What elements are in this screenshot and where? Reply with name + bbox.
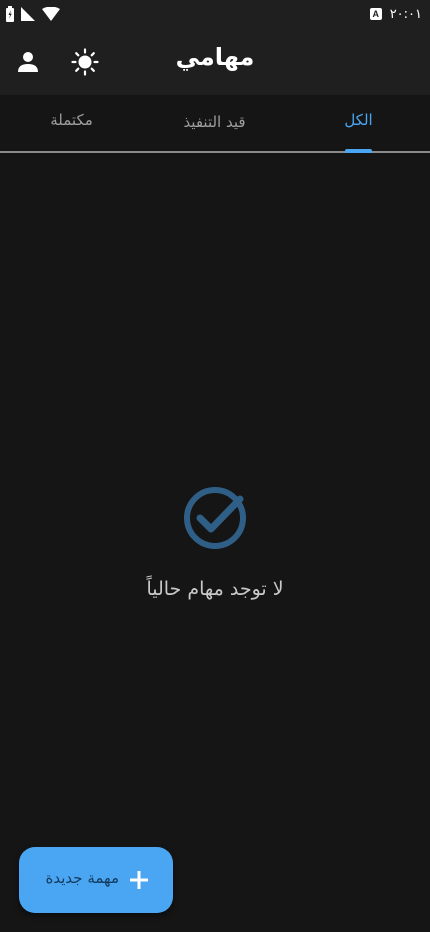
- tab-bar: الكل قيد التنفيذ مكتملة: [0, 95, 430, 153]
- tab-all-label: الكل: [344, 111, 373, 129]
- signal-icon: [21, 7, 35, 21]
- battery-charging-icon: [6, 6, 14, 22]
- check-circle-icon: [184, 487, 246, 549]
- app-bar: مهامي: [0, 28, 430, 95]
- page-title: مهامي: [175, 43, 255, 71]
- tab-completed[interactable]: مكتملة: [0, 95, 143, 151]
- tab-in-progress[interactable]: قيد التنفيذ: [143, 95, 286, 151]
- active-tab-indicator: [345, 149, 372, 153]
- tab-completed-label: مكتملة: [50, 111, 93, 129]
- status-icons-left: [6, 5, 60, 23]
- app-screen: A ٢٠:٠١ مهامي الكل قيد التنفيذ مكتملة لا…: [0, 0, 430, 932]
- tab-in-progress-label: قيد التنفيذ: [183, 113, 246, 131]
- plus-icon: [130, 871, 148, 889]
- new-task-label: مهمة جديدة: [45, 869, 119, 887]
- empty-state-message: لا توجد مهام حالياً: [146, 578, 284, 600]
- status-time: ٢٠:٠١: [389, 6, 422, 22]
- status-bar: A ٢٠:٠١: [0, 0, 430, 28]
- wifi-icon: [42, 7, 60, 21]
- status-icons-right: A ٢٠:٠١: [369, 5, 422, 23]
- a-badge-icon: A: [369, 8, 382, 20]
- tab-all[interactable]: الكل: [287, 95, 430, 151]
- new-task-button[interactable]: مهمة جديدة: [19, 847, 173, 913]
